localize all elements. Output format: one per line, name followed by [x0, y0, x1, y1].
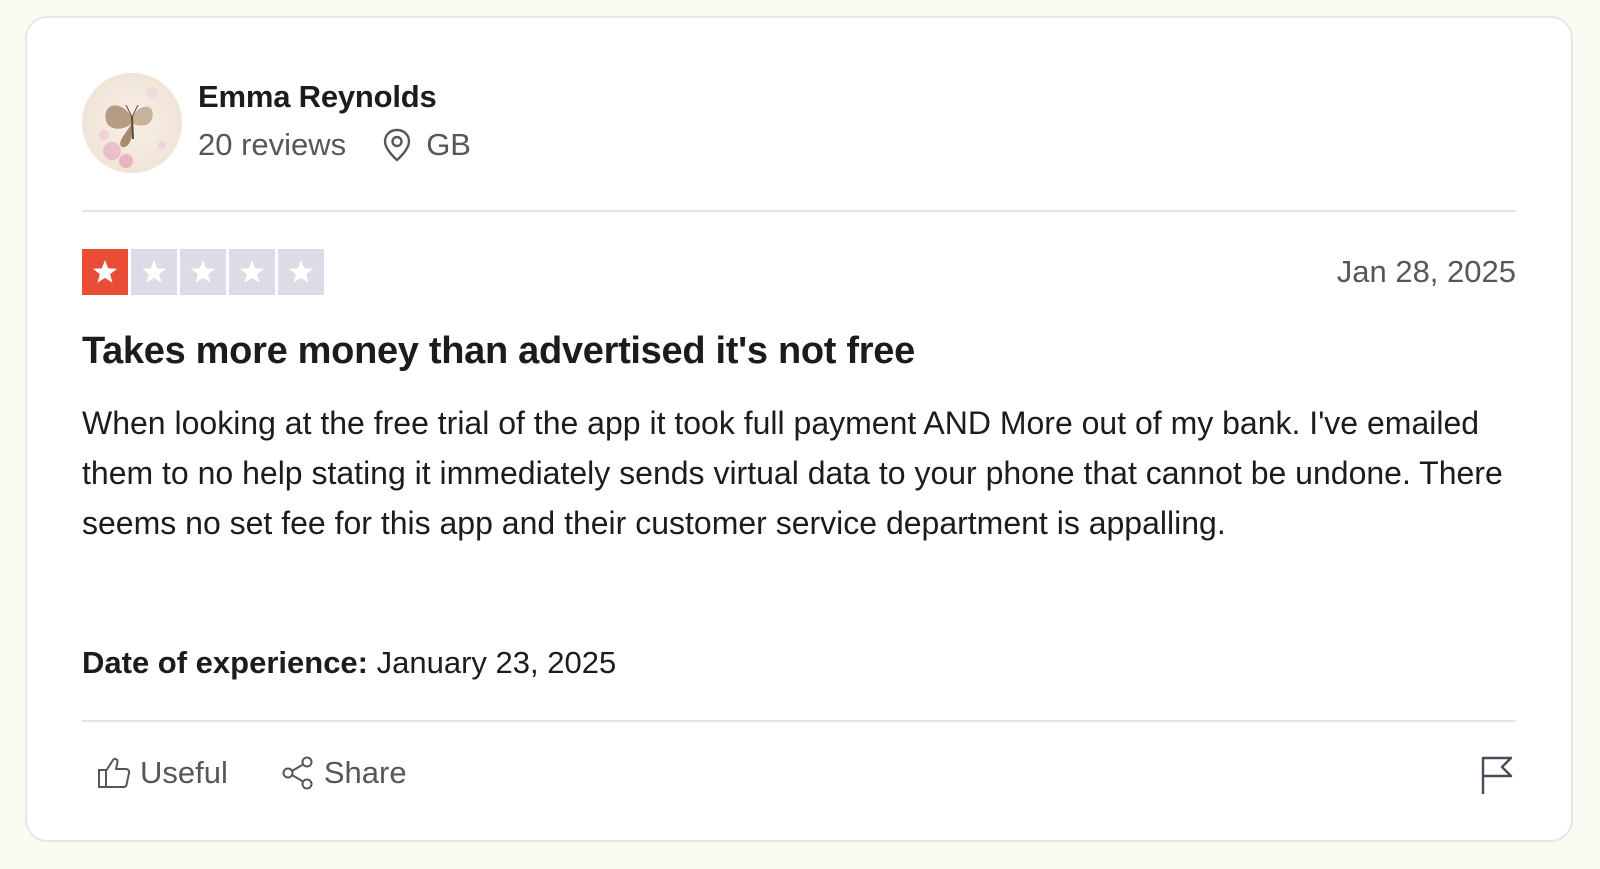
butterfly-avatar-icon	[82, 73, 182, 173]
star-icon	[229, 249, 275, 295]
star-icon	[180, 249, 226, 295]
star-icon	[82, 249, 128, 295]
footer-divider	[82, 720, 1516, 722]
reviewer-header: Emma Reynolds 20 reviews GB	[82, 72, 471, 174]
share-button[interactable]: Share	[280, 755, 407, 791]
experience-label: Date of experience:	[82, 645, 368, 680]
review-actions: Useful Share	[96, 745, 1516, 801]
review-title[interactable]: Takes more money than advertised it's no…	[82, 327, 915, 375]
reviewer-name[interactable]: Emma Reynolds	[198, 78, 471, 116]
header-divider	[82, 210, 1516, 212]
star-icon	[278, 249, 324, 295]
date-of-experience: Date of experience: January 23, 2025	[82, 643, 616, 683]
share-icon	[282, 756, 313, 790]
flag-icon[interactable]	[1478, 754, 1516, 796]
useful-button[interactable]: Useful	[96, 755, 228, 791]
map-pin-icon	[383, 128, 411, 162]
thumbs-up-icon	[98, 757, 131, 788]
share-label: Share	[323, 755, 407, 790]
reviewer-country: GB	[426, 127, 471, 162]
review-date: Jan 28, 2025	[1336, 254, 1516, 289]
rating-row: Jan 28, 2025	[82, 248, 1516, 296]
reviewer-meta: 20 reviews GB	[198, 126, 471, 164]
star-icon	[131, 249, 177, 295]
experience-date: January 23, 2025	[376, 645, 617, 680]
review-count: 20 reviews	[198, 127, 347, 162]
review-body: When looking at the free trial of the ap…	[82, 405, 1503, 541]
useful-label: Useful	[140, 755, 228, 790]
star-rating	[82, 249, 324, 295]
reviewer-info: Emma Reynolds 20 reviews GB	[198, 78, 471, 164]
reviewer-avatar[interactable]	[82, 73, 182, 173]
review-card: Emma Reynolds 20 reviews GB Jan 28, 2025…	[25, 16, 1573, 842]
